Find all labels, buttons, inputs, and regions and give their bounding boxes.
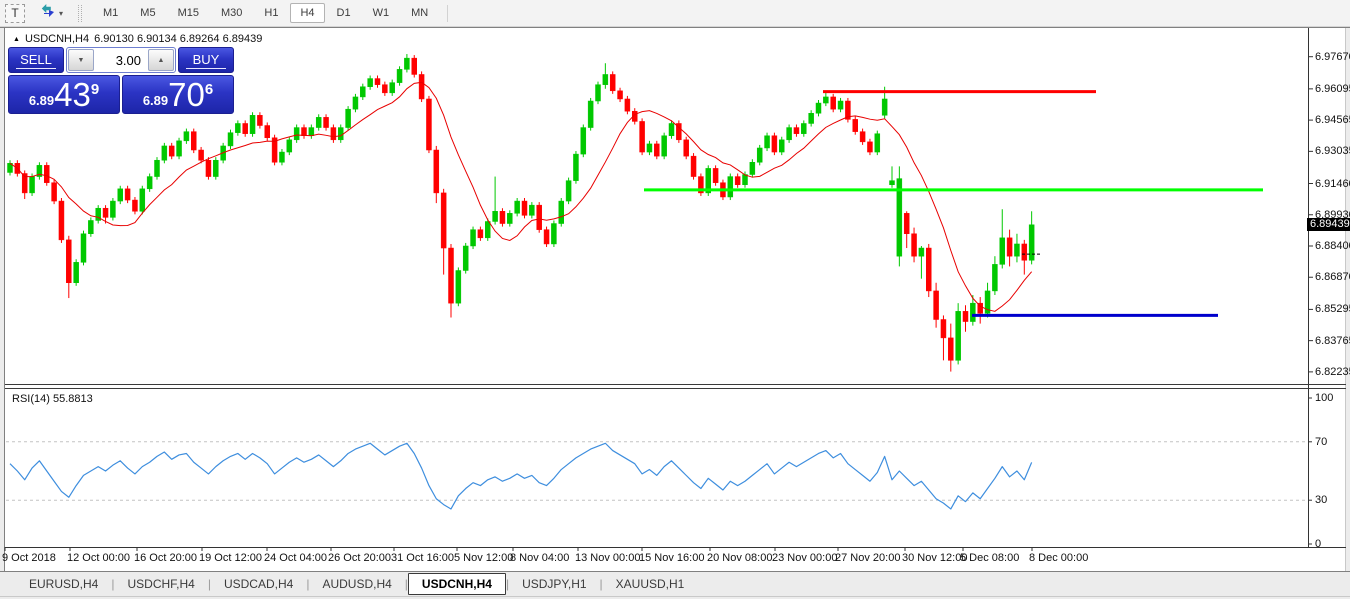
status-strip-line [0,596,1350,597]
sell-price-big: 43 [54,78,91,111]
buy-underline [186,68,226,69]
volume-increase-button[interactable]: ▲ [148,49,174,71]
buy-button-label: BUY [193,52,220,67]
spin-down-icon: ▼ [78,57,85,64]
price-axis-label: 6.96095 [1315,83,1350,95]
chart-tab-audusd[interactable]: AUDUSD,H4 [309,574,404,594]
rsi-axis-label: 30 [1315,494,1327,506]
time-axis-label: 8 Nov 04:00 [510,552,569,564]
one-click-trade-panel: SELL ▼ 3.00 ▲ BUY 6.89 43 9 6.89 70 6 [8,47,234,110]
price-axis-label: 6.97670 [1315,51,1350,63]
rsi-axis-label: 100 [1315,392,1333,404]
spin-up-icon: ▲ [158,57,165,64]
chart-title: ▲ USDCNH,H4 6.90130 6.90134 6.89264 6.89… [13,33,262,45]
price-axis-label: 6.93035 [1315,145,1350,157]
chart-symbol-period: USDCNH,H4 [25,33,89,45]
sell-underline [16,68,56,69]
price-axis-label: 6.91460 [1315,178,1350,190]
time-axis-label: 24 Oct 04:00 [264,552,327,564]
time-axis-label: 23 Nov 00:00 [772,552,837,564]
time-axis-label: 5 Dec 08:00 [960,552,1019,564]
rsi-indicator-label: RSI(14) 55.8813 [12,393,93,405]
chart-tab-xauusd[interactable]: XAUUSD,H1 [603,574,698,594]
rsi-axis-label: 70 [1315,436,1327,448]
time-axis-label: 15 Nov 16:00 [639,552,704,564]
sell-button-label: SELL [20,52,52,67]
price-axis-label: 6.82235 [1315,366,1350,378]
buy-price-box[interactable]: 6.89 70 6 [122,75,234,114]
sell-price-box[interactable]: 6.89 43 9 [8,75,120,114]
time-axis-label: 30 Nov 12:00 [902,552,967,564]
title-arrow-icon: ▲ [13,36,20,43]
time-axis-label: 26 Oct 20:00 [328,552,391,564]
chart-tab-usdcad[interactable]: USDCAD,H4 [211,574,306,594]
price-axis-label: 6.94565 [1315,114,1350,126]
sell-button[interactable]: SELL [8,47,64,73]
time-axis-label: 9 Oct 2018 [2,552,56,564]
buy-button[interactable]: BUY [178,47,234,73]
volume-decrease-button[interactable]: ▼ [68,49,94,71]
chart-tab-usdchf[interactable]: USDCHF,H4 [114,574,207,594]
price-axis-label: 6.86870 [1315,271,1350,283]
sell-price-sup: 9 [91,81,99,98]
buy-price-sup: 6 [205,81,213,98]
chart-tab-usdcnh[interactable]: USDCNH,H4 [408,573,506,595]
sell-price-small: 6.89 [29,93,54,108]
price-axis-label: 6.83765 [1315,335,1350,347]
volume-input[interactable]: 3.00 [95,48,147,72]
time-axis-label: 8 Dec 00:00 [1029,552,1088,564]
rsi-axis-label: 0 [1315,538,1321,550]
price-axis-label: 6.88400 [1315,240,1350,252]
time-axis-label: 16 Oct 20:00 [134,552,197,564]
time-axis-label: 20 Nov 08:00 [707,552,772,564]
volume-stepper: ▼ 3.00 ▲ [66,47,176,73]
time-axis-label: 5 Nov 12:00 [454,552,513,564]
current-price-badge: 6.89439 [1307,218,1350,231]
time-axis-label: 13 Nov 00:00 [575,552,640,564]
tab-bar: EURUSD,H4|USDCHF,H4|USDCAD,H4|AUDUSD,H4|… [0,572,1350,596]
chart-ohlc-values: 6.90130 6.90134 6.89264 6.89439 [94,33,262,45]
time-axis-label: 31 Oct 16:00 [391,552,454,564]
buy-price-big: 70 [168,78,205,111]
time-axis-label: 27 Nov 20:00 [835,552,900,564]
price-axis-label: 6.85295 [1315,303,1350,315]
time-axis-label: 19 Oct 12:00 [199,552,262,564]
time-axis-label: 12 Oct 00:00 [67,552,130,564]
chart-tab-usdjpy[interactable]: USDJPY,H1 [509,574,599,594]
chart-tab-eurusd[interactable]: EURUSD,H4 [16,574,111,594]
buy-price-small: 6.89 [143,93,168,108]
